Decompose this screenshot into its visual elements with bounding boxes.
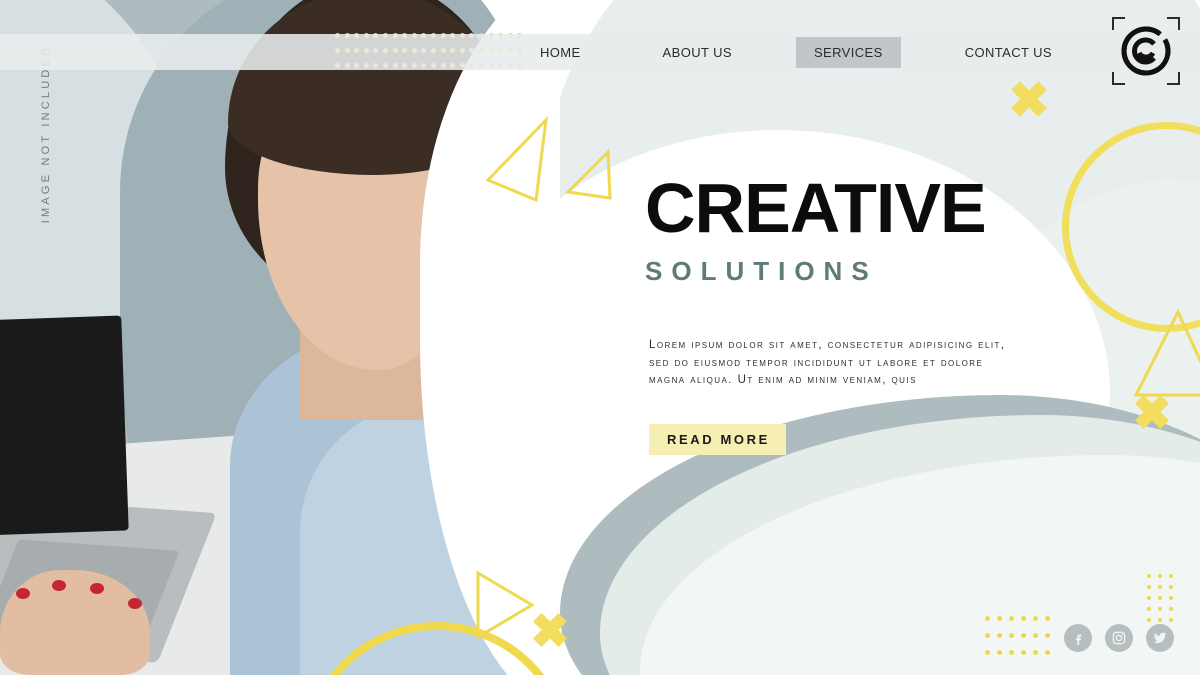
triangle-outline-small [564,148,612,200]
read-more-button[interactable]: READ MORE [649,424,786,455]
hero-title: CREATIVE [645,169,987,247]
dot-grid-bottom [985,616,1057,667]
hero-heading-block: CREATIVE SOLUTIONS [645,169,1075,287]
nav-item-services[interactable]: SERVICES [795,36,901,68]
cross-mark-bottom [533,613,567,647]
hero-landing-page: IMAGE NOT INCLUDED HOME ABOUT US SERVICE… [0,0,1200,675]
social-links [1064,624,1174,652]
photo-nail [90,583,104,594]
photo-nail [16,588,30,599]
instagram-icon[interactable] [1105,624,1133,652]
facebook-icon[interactable] [1064,624,1092,652]
hero-subtitle: SOLUTIONS [645,256,878,287]
logo-corner-brackets [1112,17,1180,85]
nav-item-about-us[interactable]: ABOUT US [645,37,750,68]
nav-item-list: HOME ABOUT US SERVICES CONTACT US [522,36,1070,68]
brand-logo[interactable] [1112,17,1180,85]
nav-item-home[interactable]: HOME [522,37,599,68]
photo-nail [128,598,142,609]
photo-laptop-screen [0,315,129,536]
hero-body-text: Lorem ipsum dolor sit amet, consectetur … [649,339,1006,386]
nav-item-contact-us[interactable]: CONTACT US [947,37,1070,68]
cross-mark-right [1135,395,1169,429]
cross-mark-top-right [1011,81,1047,117]
main-navigation-bar: HOME ABOUT US SERVICES CONTACT US [0,34,1200,70]
twitter-icon[interactable] [1146,624,1174,652]
dot-grid-bottom-right [1147,574,1180,629]
photo-nail [52,580,66,591]
triangle-outline-right [1133,308,1200,397]
